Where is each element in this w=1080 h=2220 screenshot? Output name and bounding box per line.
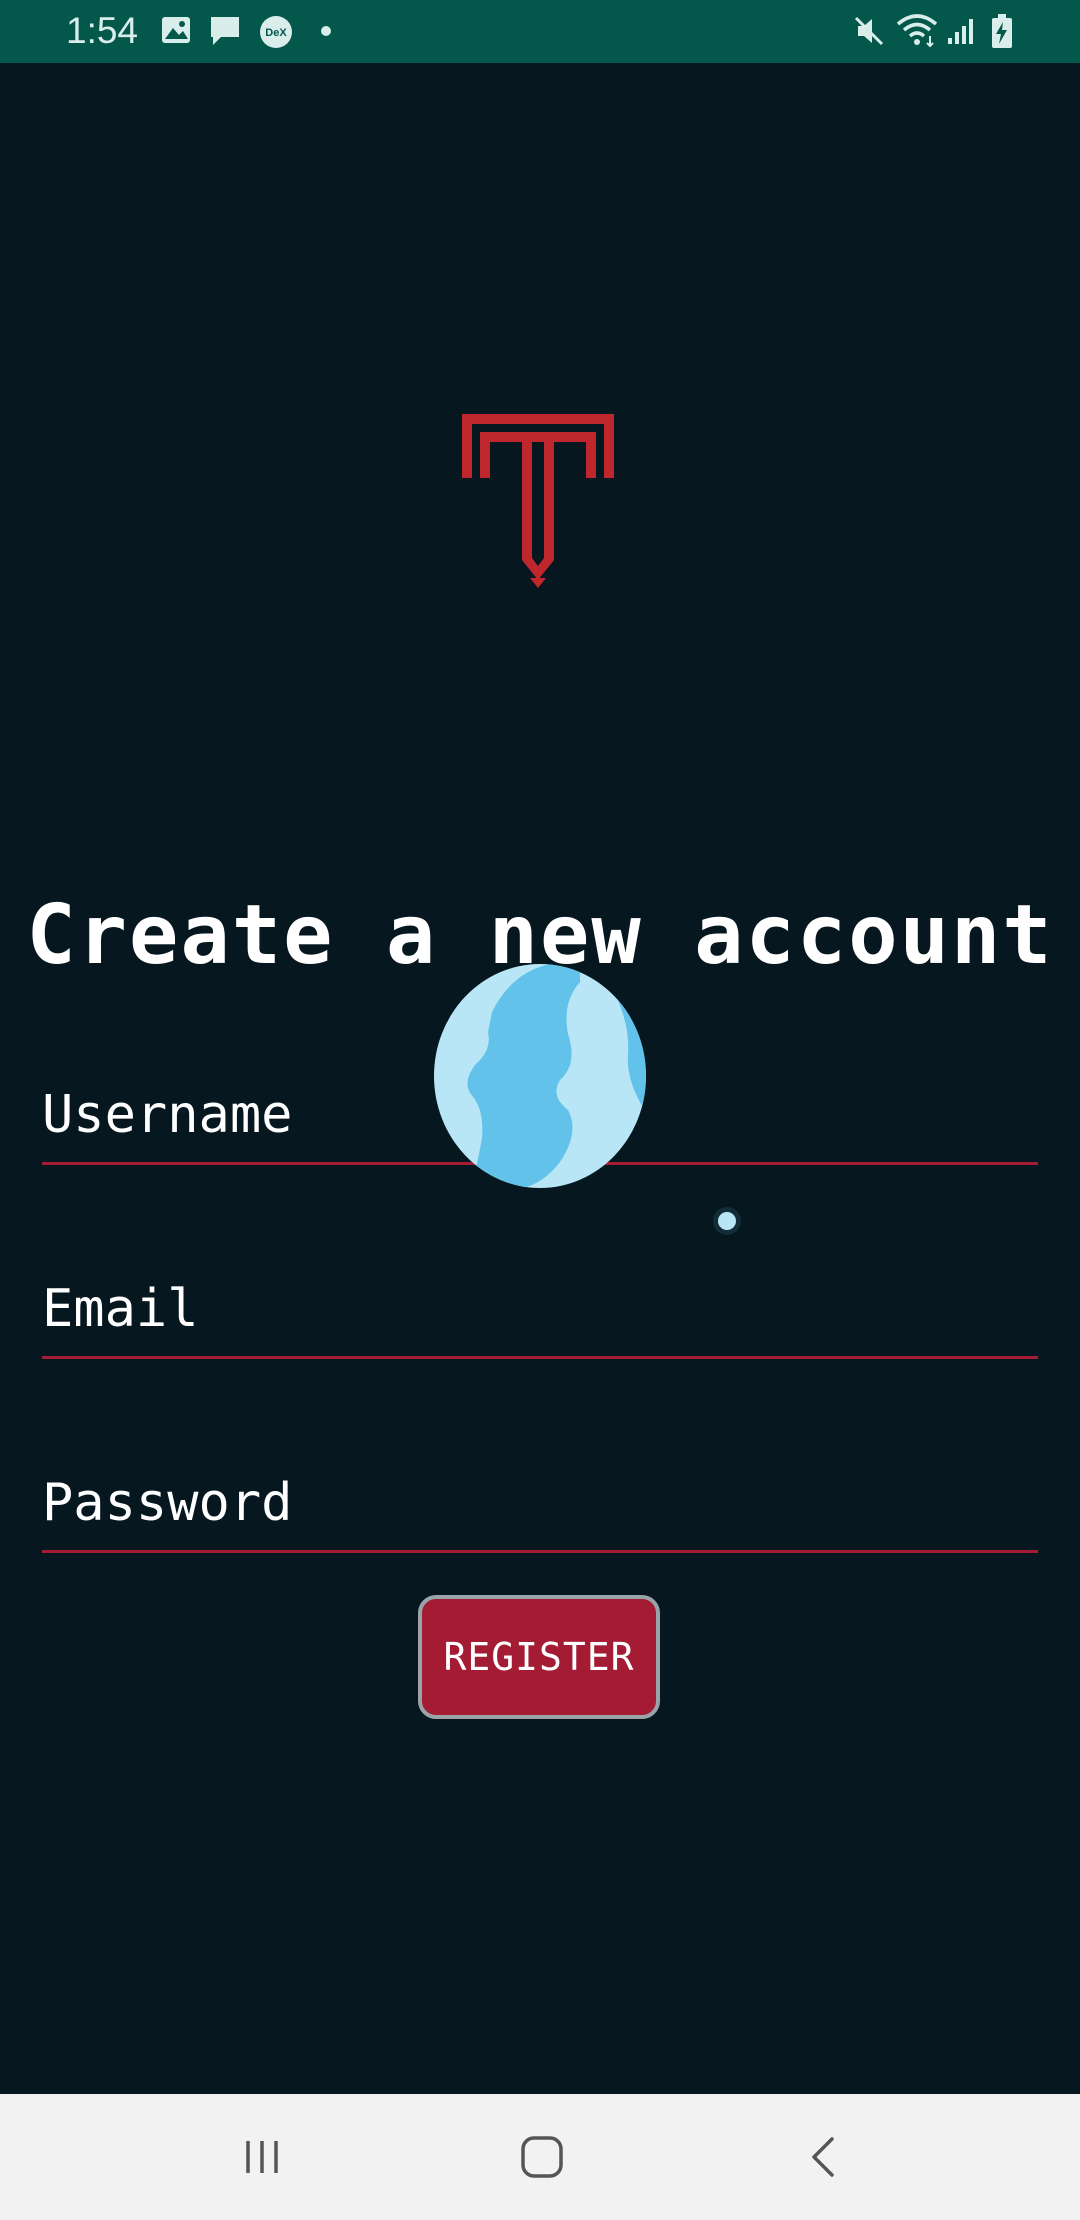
register-screen: 1:54 DeX Create a new account Username E… (0, 0, 1080, 2220)
password-input[interactable] (42, 1468, 1038, 1538)
status-time: 1:54 (66, 10, 139, 51)
wifi-icon (896, 12, 938, 52)
username-field-container (42, 1072, 1038, 1165)
image-icon (160, 14, 192, 50)
moon-icon (712, 1206, 742, 1236)
back-icon[interactable] (784, 2122, 864, 2192)
register-button[interactable]: REGISTER (418, 1595, 660, 1719)
recents-icon[interactable] (222, 2122, 302, 2192)
battery-charging-icon (990, 13, 1014, 53)
home-icon[interactable] (502, 2122, 582, 2192)
signal-icon (946, 16, 976, 50)
system-nav-bar (0, 2094, 1080, 2220)
svg-text:DeX: DeX (265, 27, 287, 39)
dex-icon: DeX (259, 15, 293, 53)
mute-icon (852, 14, 886, 52)
status-bar: 1:54 DeX (0, 0, 1080, 63)
email-input[interactable] (42, 1274, 1038, 1344)
message-icon (208, 14, 242, 52)
app-logo (458, 410, 618, 590)
t-logo-icon (462, 414, 614, 588)
email-field-container (42, 1266, 1038, 1359)
page-title: Create a new account (26, 888, 1054, 983)
username-input[interactable] (42, 1080, 1038, 1150)
notification-dot-icon (321, 26, 331, 36)
password-field-container (42, 1460, 1038, 1553)
